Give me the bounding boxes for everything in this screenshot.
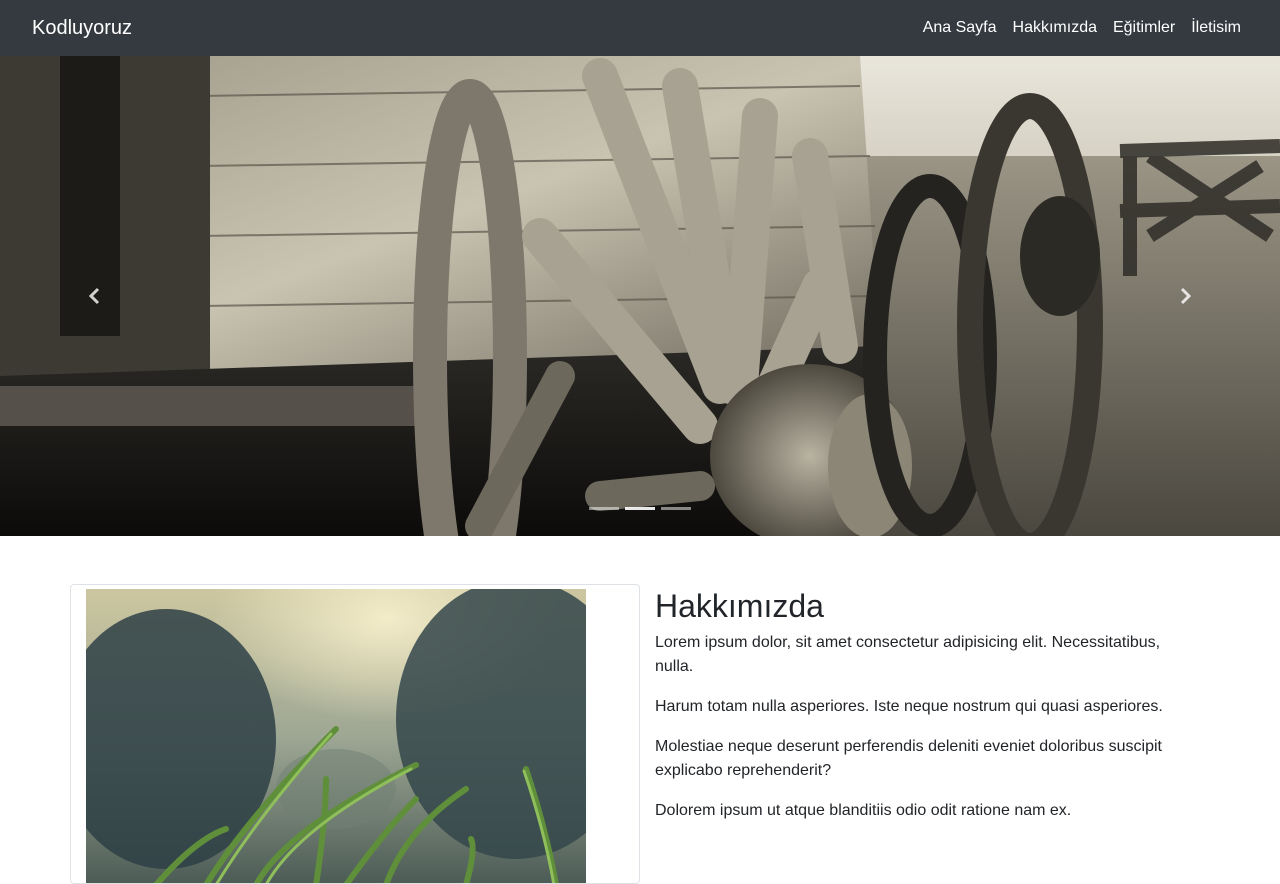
about-paragraph-4: Dolorem ipsum ut atque blanditiis odio o…: [655, 802, 1072, 820]
about-image-card: [70, 584, 640, 884]
grass-photo: [86, 589, 586, 883]
navbar-brand[interactable]: Kodluyoruz: [32, 17, 132, 40]
nav-links: Ana Sayfa Hakkımızda Eğitimler İletisim: [923, 19, 1241, 37]
about-paragraph-2: Harum totam nulla asperiores. Iste neque…: [655, 698, 1163, 716]
about-paragraph-1: Lorem ipsum dolor, sit amet consectetur …: [655, 634, 1161, 676]
nav-link-hakkimizda[interactable]: Hakkımızda: [1013, 19, 1097, 37]
chevron-right-icon: [1180, 287, 1192, 305]
carousel-indicator-1[interactable]: [589, 507, 619, 510]
carousel-indicator-3[interactable]: [661, 507, 691, 510]
carousel-indicators: [0, 507, 1280, 510]
chevron-left-icon: [88, 287, 100, 305]
nav-link-egitimler[interactable]: Eğitimler: [1113, 19, 1175, 37]
carousel-slide-image: [0, 56, 1280, 536]
carousel-next-control[interactable]: [1090, 56, 1280, 536]
about-text: Hakkımızda Lorem ipsum dolor, sit amet c…: [655, 584, 1180, 839]
hero-carousel: [0, 56, 1280, 536]
carousel-prev-control[interactable]: [0, 56, 190, 536]
navbar: Kodluyoruz Ana Sayfa Hakkımızda Eğitimle…: [0, 0, 1280, 56]
nav-link-iletisim[interactable]: İletisim: [1191, 19, 1241, 37]
about-paragraph-3: Molestiae neque deserunt perferendis del…: [655, 738, 1162, 780]
about-title: Hakkımızda: [655, 588, 824, 624]
carousel-indicator-2[interactable]: [625, 507, 655, 510]
nav-link-ana-sayfa[interactable]: Ana Sayfa: [923, 19, 997, 37]
